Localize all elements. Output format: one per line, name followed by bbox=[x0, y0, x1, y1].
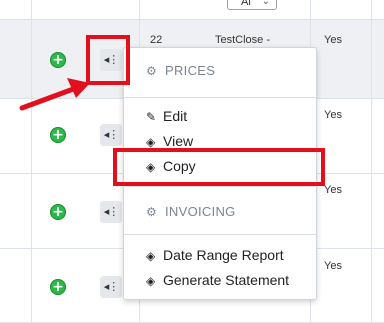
annotation-arrow-icon bbox=[19, 78, 90, 111]
